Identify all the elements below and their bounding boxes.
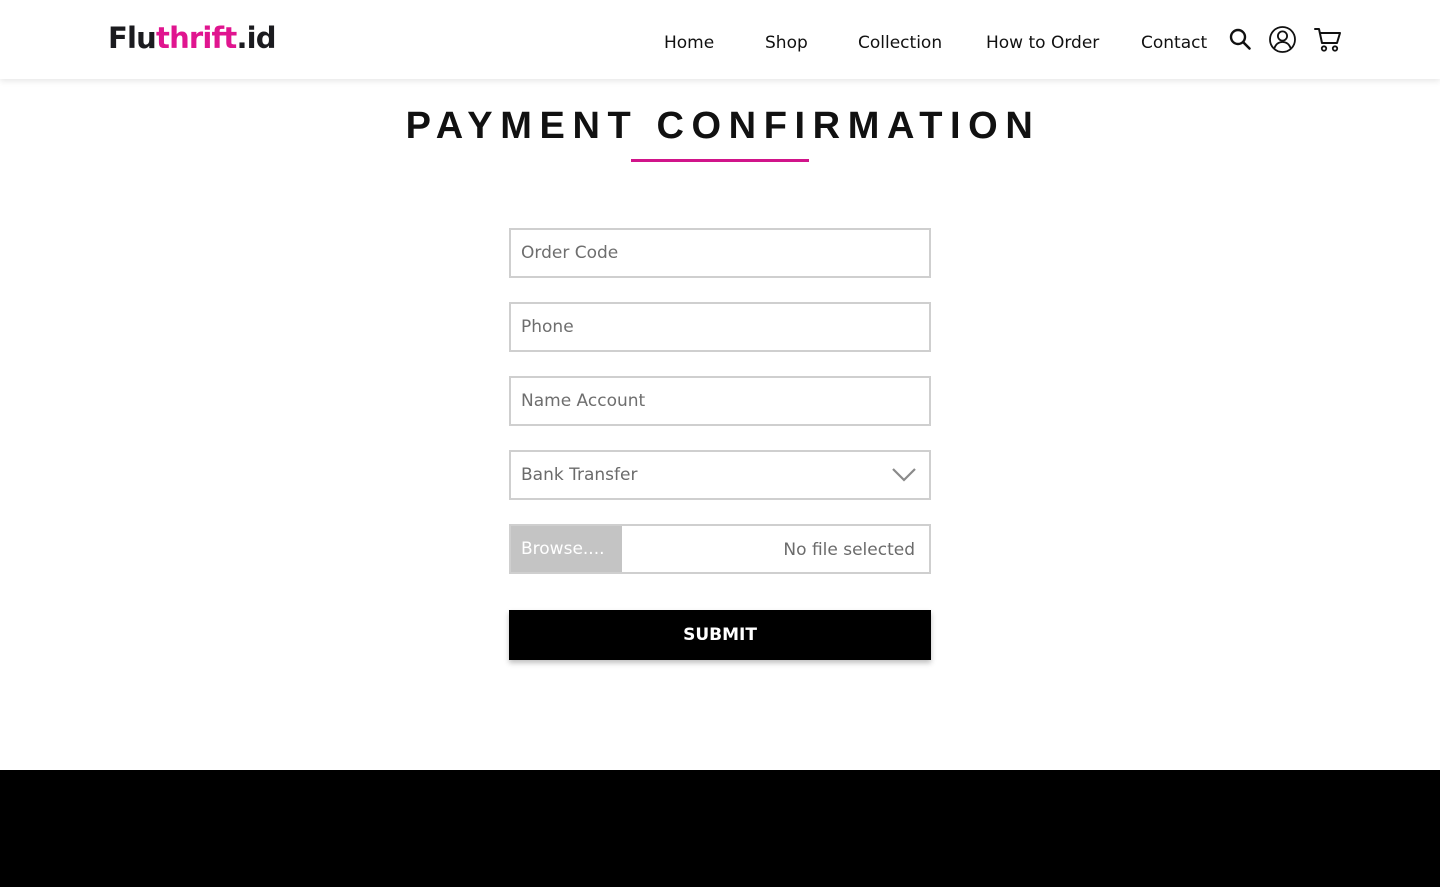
browse-button[interactable]: Browse.... xyxy=(511,526,622,572)
nav-contact[interactable]: Contact xyxy=(1141,31,1207,55)
payment-method-value: Bank Transfer xyxy=(521,465,638,485)
nav-collection[interactable]: Collection xyxy=(858,31,942,55)
phone-input[interactable] xyxy=(511,304,929,350)
order-code-field-wrapper xyxy=(509,228,931,278)
chevron-down-icon xyxy=(891,466,917,484)
site-footer xyxy=(0,770,1440,887)
payment-method-select[interactable]: Bank Transfer xyxy=(509,450,931,500)
name-account-input[interactable] xyxy=(511,378,929,424)
logo-text-flu: Flu xyxy=(108,21,157,55)
shopping-cart-icon[interactable] xyxy=(1313,26,1342,53)
file-upload-field: Browse.... No file selected xyxy=(509,524,931,574)
submit-button[interactable]: SUBMIT xyxy=(509,610,931,660)
name-account-field-wrapper xyxy=(509,376,931,426)
page-title: PAYMENT CONFIRMATION xyxy=(405,105,1041,147)
nav-how-to-order[interactable]: How to Order xyxy=(986,31,1099,55)
nav-shop[interactable]: Shop xyxy=(765,31,808,55)
user-account-icon[interactable] xyxy=(1268,25,1297,54)
nav-home[interactable]: Home xyxy=(664,31,714,55)
phone-field-wrapper xyxy=(509,302,931,352)
title-underline xyxy=(631,159,809,162)
logo-text-thrift: thrift xyxy=(156,21,237,55)
site-header: Flu thrift .id Home Shop Collection How to… xyxy=(0,0,1440,79)
logo-text-id: .id xyxy=(236,21,276,55)
order-code-input[interactable] xyxy=(511,230,929,276)
brand-logo[interactable]: Flu thrift .id xyxy=(108,18,277,58)
file-status-text: No file selected xyxy=(783,540,915,560)
search-icon[interactable] xyxy=(1228,27,1252,51)
